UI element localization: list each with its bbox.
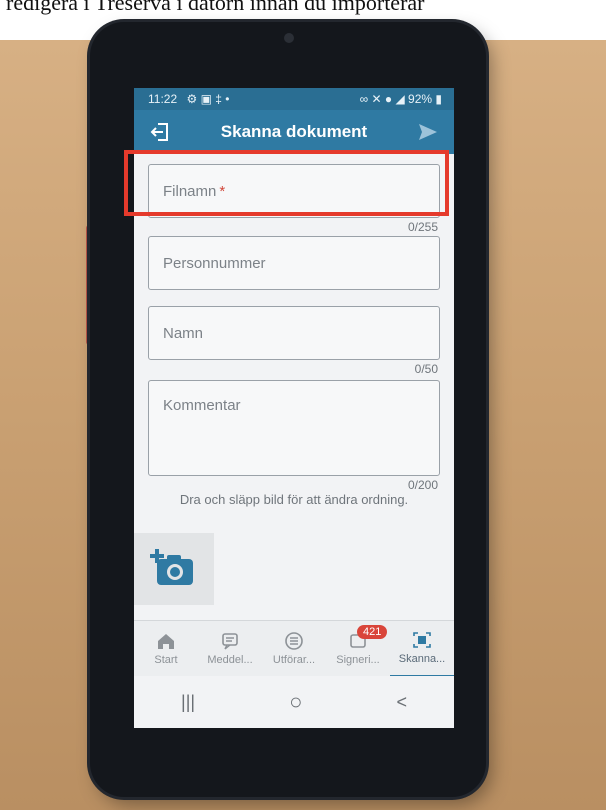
required-mark: * bbox=[219, 182, 226, 200]
status-left: 11:22 ⚙ ▣ ‡ • bbox=[148, 92, 229, 106]
namn-counter: 0/50 bbox=[414, 362, 438, 376]
battery-level: 92% bbox=[408, 92, 433, 106]
exit-button[interactable] bbox=[144, 116, 176, 148]
list-icon bbox=[285, 632, 303, 650]
send-button[interactable] bbox=[412, 116, 444, 148]
status-system-icons: ∞ ✕ ● ◢ bbox=[359, 92, 405, 106]
kommentar-counter: 0/200 bbox=[407, 478, 438, 492]
status-right: ∞ ✕ ● ◢ 92% ▮ bbox=[360, 92, 442, 106]
nav-signering[interactable]: 421 Signeri... bbox=[326, 621, 390, 677]
nav-start[interactable]: Start bbox=[134, 621, 198, 677]
message-icon bbox=[222, 633, 238, 650]
scan-icon bbox=[413, 632, 431, 648]
kommentar-field[interactable]: Kommentar bbox=[148, 380, 440, 476]
nav-label-skanna: Skanna... bbox=[398, 653, 446, 665]
page-title: Skanna dokument bbox=[220, 122, 368, 141]
nav-skanna[interactable]: Skanna... bbox=[390, 621, 454, 677]
nav-messages[interactable]: Meddel... bbox=[198, 621, 262, 677]
nav-label-messages: Meddel... bbox=[207, 654, 253, 666]
back-button[interactable]: < bbox=[396, 692, 407, 713]
reorder-hint: Dra och släpp bild för att ändra ordning… bbox=[179, 492, 409, 507]
add-photo-button[interactable] bbox=[134, 533, 214, 605]
personnummer-field[interactable]: Personnummer bbox=[148, 236, 440, 290]
battery-icon: ▮ bbox=[435, 92, 442, 106]
home-button[interactable]: ○ bbox=[289, 689, 302, 715]
filename-field[interactable]: Filnamn * bbox=[148, 164, 440, 218]
status-time: 11:22 bbox=[148, 92, 178, 106]
namn-field[interactable]: Namn bbox=[148, 306, 440, 360]
nav-label-start: Start bbox=[154, 654, 178, 666]
nav-label-signering: Signeri... bbox=[336, 654, 380, 666]
nav-utforare[interactable]: Utförar... bbox=[262, 621, 326, 677]
bottom-navigation: Start Meddel... Utförar... 421 Signeri..… bbox=[134, 620, 454, 677]
phone-screen: 11:22 ⚙ ▣ ‡ • ∞ ✕ ● ◢ 92% ▮ Skanna dokum… bbox=[134, 88, 454, 728]
status-notification-icons: ⚙ ▣ ‡ • bbox=[186, 92, 230, 106]
recents-button[interactable]: ||| bbox=[181, 692, 195, 713]
filename-counter: 0/255 bbox=[407, 220, 438, 234]
kommentar-placeholder: Kommentar bbox=[163, 397, 241, 414]
namn-placeholder: Namn bbox=[163, 324, 204, 342]
personnummer-placeholder: Personnummer bbox=[163, 254, 266, 272]
nav-label-utforare: Utförar... bbox=[272, 654, 316, 666]
system-navigation: ||| ○ < bbox=[134, 676, 454, 728]
app-bar: Skanna dokument bbox=[134, 110, 454, 154]
front-camera bbox=[284, 33, 294, 43]
exit-icon bbox=[150, 123, 168, 141]
status-bar: 11:22 ⚙ ▣ ‡ • ∞ ✕ ● ◢ 92% ▮ bbox=[134, 88, 454, 110]
add-camera-icon bbox=[150, 549, 193, 585]
filename-placeholder: Filnamn bbox=[163, 182, 217, 200]
scan-form: Filnamn * 0/255 Personnummer Namn 0/50 K… bbox=[134, 154, 454, 507]
caption-text: redigera i Treserva i datorn innan du im… bbox=[6, 0, 425, 15]
signering-badge: 421 bbox=[357, 625, 388, 639]
send-icon bbox=[418, 124, 437, 140]
home-icon bbox=[158, 634, 174, 649]
